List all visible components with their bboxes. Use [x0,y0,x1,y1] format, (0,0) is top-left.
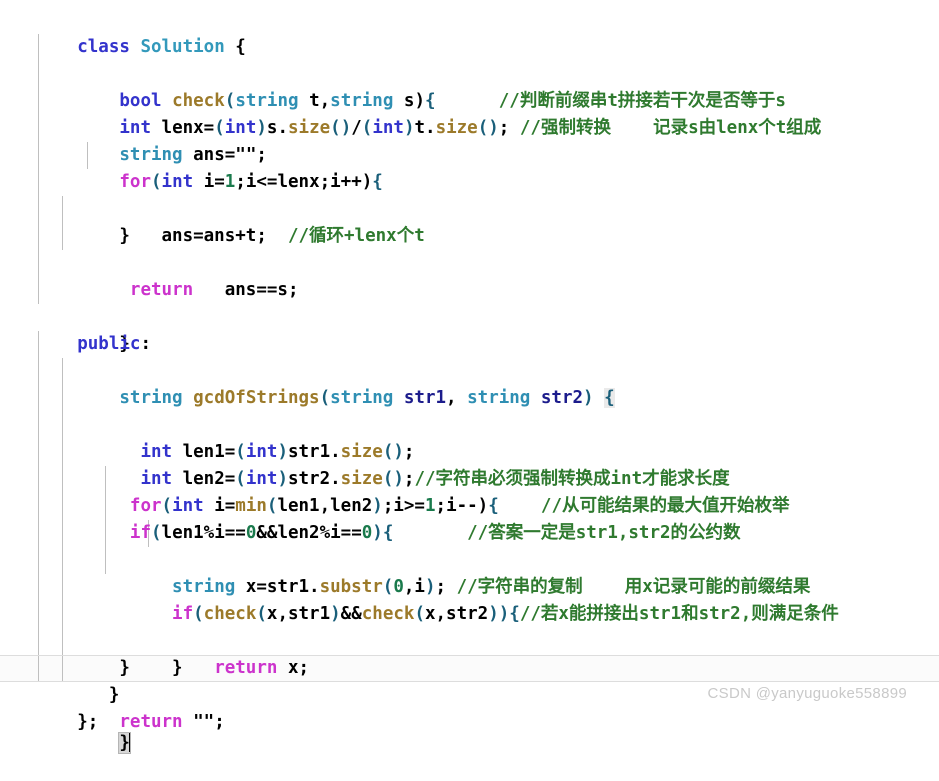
code-line[interactable]: public: [0,304,939,354]
code-line[interactable]: return ans==s; [0,196,939,300]
csdn-watermark: CSDN @yanyuguoke558899 [707,685,907,702]
code-line[interactable]: int lenx=(int)s.size()/(int)t.size(); //… [0,61,939,138]
code-line[interactable]: } [0,547,939,678]
code-line[interactable]: class Solution { [0,7,939,57]
code-line[interactable]: for(int i=min(len1,len2);i>=1;i--){ //从可… [0,412,939,516]
code-line[interactable]: return ""; [0,628,939,732]
text-caret [128,733,131,752]
code-line[interactable]: int len1=(int)str1.size(); [0,358,939,462]
code-editor[interactable]: class Solution { bool check(string t,str… [0,0,939,754]
code-lines-container[interactable]: class Solution { bool check(string t,str… [0,0,939,754]
code-line[interactable] [0,250,939,277]
